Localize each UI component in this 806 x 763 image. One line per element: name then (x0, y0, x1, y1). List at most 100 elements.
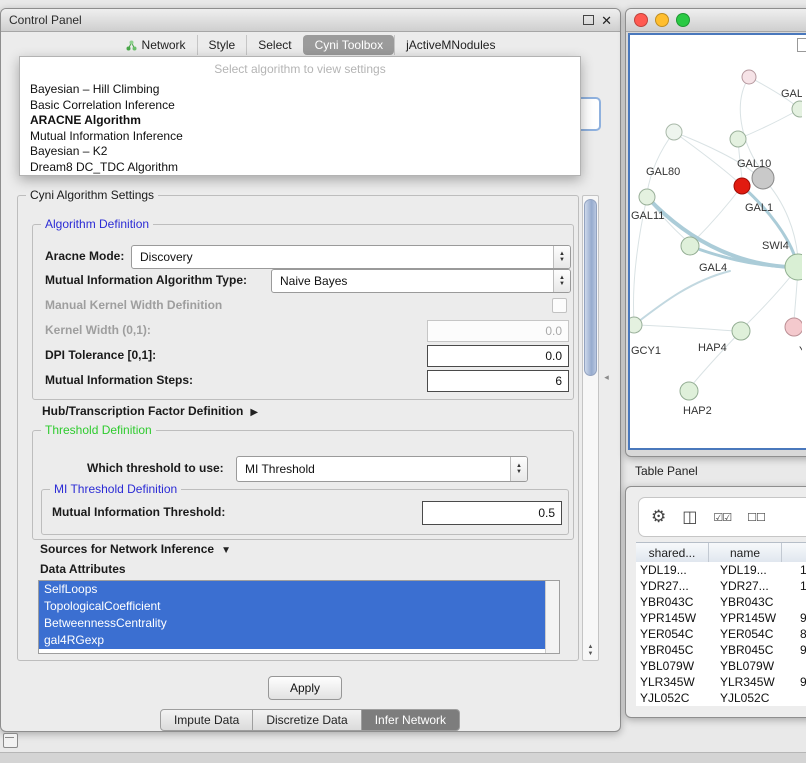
column-header-2[interactable] (782, 543, 806, 563)
table-row[interactable]: YBR043CYBR043C (636, 594, 806, 610)
bottom-tab-discretize-data[interactable]: Discretize Data (252, 709, 361, 731)
gear-icon[interactable]: ⚙ (651, 507, 666, 527)
column-header-shared[interactable]: shared... (636, 543, 709, 563)
bottom-strip (0, 752, 806, 763)
network-canvas[interactable]: GALGAL80GAL10GAL11GAL1SWI4GAL4GCY1HAP4HA… (628, 33, 806, 450)
network-icon (126, 40, 137, 51)
table-row[interactable]: YBL079WYBL079W (636, 658, 806, 674)
apply-button[interactable]: Apply (268, 676, 342, 700)
float-icon[interactable] (583, 15, 594, 25)
table-row[interactable]: YJL052CYJL052C (636, 690, 806, 706)
minimize-traffic-icon[interactable] (655, 13, 669, 27)
settings-scrollbar[interactable]: ▲▼ (582, 195, 599, 661)
attribute-item-betweennesscentrality[interactable]: BetweennessCentrality (39, 615, 545, 632)
close-traffic-icon[interactable] (634, 13, 648, 27)
node-label-gcy1: GCY1 (631, 345, 661, 357)
table-cell: 9. (796, 642, 806, 658)
algorithm-item-dream8-dc-tdc-algorithm[interactable]: Dream8 DC_TDC Algorithm (20, 160, 580, 176)
algorithm-item-bayesian-hill-climbing[interactable]: Bayesian – Hill Climbing (20, 82, 580, 98)
table-row[interactable]: YPR145WYPR145W9. (636, 610, 806, 626)
collapse-arrow-icon[interactable]: ◂ (602, 368, 611, 386)
table-row[interactable]: YER054CYER054C8. (636, 626, 806, 642)
attribute-item-selfloops[interactable]: SelfLoops (39, 581, 545, 598)
columns-icon[interactable]: ◫ (682, 507, 697, 527)
column-header-name[interactable]: name (709, 543, 782, 563)
network-edge[interactable] (696, 186, 742, 239)
network-node-pink-top[interactable] (742, 70, 756, 84)
network-node-green-a[interactable] (730, 131, 746, 147)
tab-cyni-toolbox[interactable]: Cyni Toolbox (303, 35, 394, 55)
network-edge[interactable] (738, 109, 800, 139)
network-node-gal1[interactable] (785, 254, 802, 280)
which-threshold-combobox[interactable]: MI Threshold ▲▼ (236, 456, 528, 482)
network-edge[interactable] (647, 132, 674, 193)
table-cell: YBR043C (716, 594, 796, 610)
network-node-pale-left[interactable] (666, 124, 682, 140)
window-title: Control Panel (9, 13, 82, 27)
cyni-algorithm-settings-group: Cyni Algorithm Settings Algorithm Defini… (17, 195, 579, 661)
network-node-gal4[interactable] (681, 237, 699, 255)
sources-expander[interactable]: Sources for Network Inference▼ (40, 542, 231, 556)
algorithm-item-basic-correlation-inference[interactable]: Basic Correlation Inference (20, 98, 580, 114)
tab-jactivemnodules[interactable]: jActiveMNodules (394, 35, 506, 55)
birdseye-toggle[interactable] (797, 38, 806, 52)
table-cell: YDL19... (716, 562, 796, 578)
network-node-hap4[interactable] (732, 322, 750, 340)
list-scrollbar[interactable] (545, 581, 559, 653)
close-icon[interactable]: ✕ (601, 14, 612, 27)
manual-kernel-checkbox[interactable] (552, 298, 567, 313)
table-row[interactable]: YDL19...YDL19...13 (636, 562, 806, 578)
table-cell: YBR045C (636, 642, 716, 658)
network-edge[interactable] (740, 77, 761, 169)
network-window-titlebar[interactable] (626, 9, 806, 32)
data-attributes-list[interactable]: SelfLoopsTopologicalCoefficientBetweenne… (38, 580, 560, 654)
table-cell: YLR345W (716, 674, 796, 690)
network-node-left-mid[interactable] (630, 317, 642, 333)
tab-select[interactable]: Select (246, 35, 302, 55)
table-row[interactable]: YBR045CYBR045C9. (636, 642, 806, 658)
network-edge[interactable] (634, 271, 730, 325)
control-panel-titlebar[interactable]: Control Panel ✕ (1, 9, 620, 32)
network-node-pink-right[interactable] (785, 318, 802, 336)
table-cell: YBL079W (716, 658, 796, 674)
deselect-all-icon[interactable]: ☐☐ (747, 511, 765, 524)
aracne-mode-label: Aracne Mode: (45, 245, 124, 267)
network-node-hap2[interactable] (680, 382, 698, 400)
network-edge[interactable] (692, 331, 741, 385)
node-label-gal10: GAL10 (737, 158, 771, 170)
tab-style[interactable]: Style (197, 35, 247, 55)
mi-steps-input[interactable]: 6 (427, 370, 569, 392)
chevron-right-icon: ▶ (250, 407, 258, 418)
scrollbar-arrows-icon[interactable]: ▲▼ (583, 644, 598, 658)
zoom-traffic-icon[interactable] (676, 13, 690, 27)
bottom-tab-impute-data[interactable]: Impute Data (160, 709, 253, 731)
scrollbar-thumb[interactable] (584, 199, 597, 376)
algorithm-item-mutual-information-inference[interactable]: Mutual Information Inference (20, 129, 580, 145)
combobox-stepper-icon: ▲▼ (553, 246, 570, 268)
kernel-width-input[interactable]: 0.0 (427, 320, 569, 342)
table-row[interactable]: YLR345WYLR345W9. (636, 674, 806, 690)
dpi-tolerance-input[interactable]: 0.0 (427, 345, 569, 367)
mi-threshold-input[interactable]: 0.5 (422, 501, 562, 525)
mi-type-value: Naive Bayes (272, 274, 553, 288)
tab-network[interactable]: Network (115, 35, 197, 55)
bottom-tab-infer-network[interactable]: Infer Network (361, 709, 460, 731)
table-cell: YBR045C (716, 642, 796, 658)
mi-type-combobox[interactable]: Naive Bayes ▲▼ (271, 269, 571, 293)
panel-dock-icon[interactable] (3, 733, 18, 748)
algorithm-item-aracne-algorithm[interactable]: ARACNE Algorithm (20, 113, 580, 129)
which-threshold-label: Which threshold to use: (87, 456, 224, 480)
attribute-item-topologicalcoefficient[interactable]: TopologicalCoefficient (39, 598, 545, 615)
network-node-red-node[interactable] (734, 178, 750, 194)
table-cell: YJL052C (636, 690, 716, 706)
select-all-icon[interactable]: ☑☑ (713, 511, 731, 524)
algorithm-item-bayesian-k2[interactable]: Bayesian – K2 (20, 144, 580, 160)
network-edge[interactable] (634, 325, 734, 331)
table-row[interactable]: YDR27...YDR27...12 (636, 578, 806, 594)
hub-definition-expander[interactable]: Hub/Transcription Factor Definition▶ (42, 404, 258, 418)
node-label-hap4: HAP4 (698, 342, 727, 354)
aracne-mode-combobox[interactable]: Discovery ▲▼ (131, 245, 571, 269)
network-node-gal10[interactable] (752, 167, 774, 189)
attribute-item-gal4rgexp[interactable]: gal4RGexp (39, 632, 545, 649)
network-node-gal11[interactable] (639, 189, 655, 205)
